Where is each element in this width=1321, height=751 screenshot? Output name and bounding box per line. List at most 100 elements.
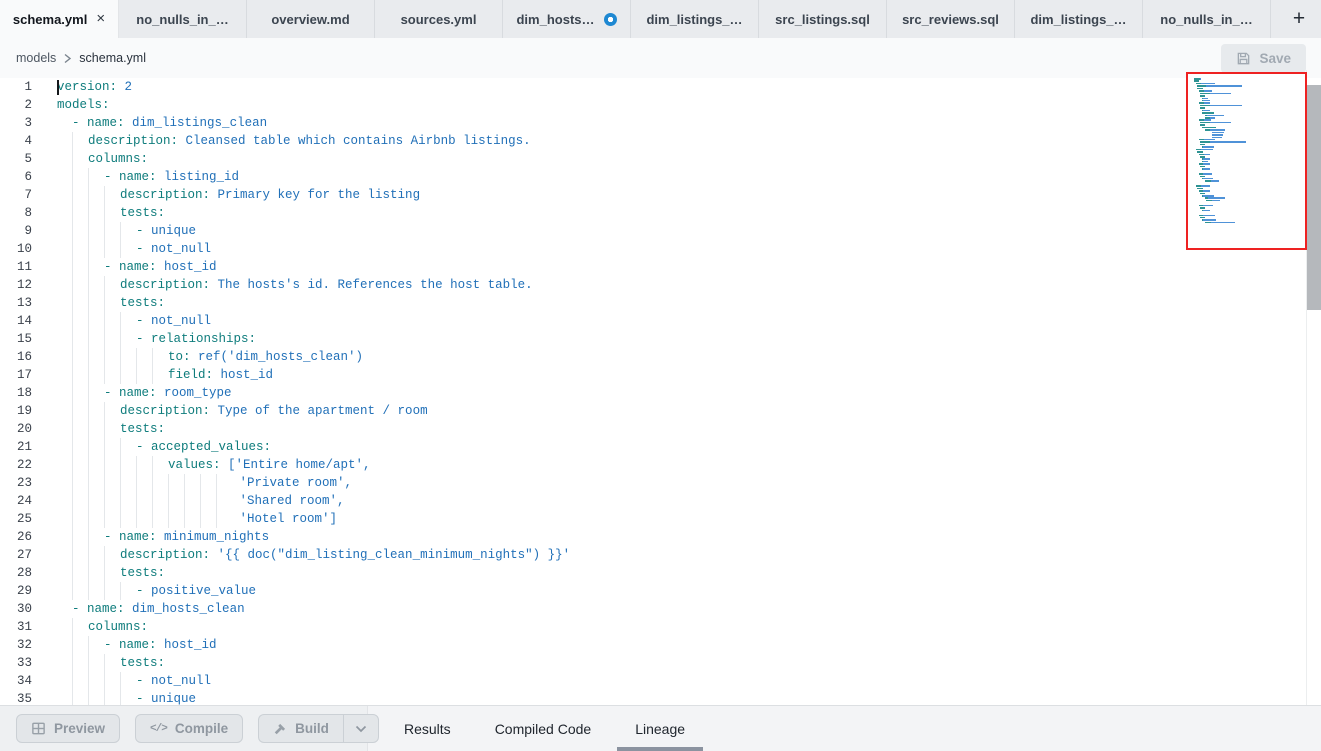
- code-line[interactable]: 22 values: ['Entire home/apt',: [0, 456, 1321, 474]
- code-line[interactable]: 20 tests:: [0, 420, 1321, 438]
- code-line[interactable]: 18 - name: room_type: [0, 384, 1321, 402]
- build-label: Build: [295, 721, 329, 736]
- line-number: 20: [0, 420, 32, 438]
- panel-tab-lineage[interactable]: Lineage: [625, 706, 695, 751]
- build-button[interactable]: Build: [258, 714, 343, 743]
- line-number: 7: [0, 186, 32, 204]
- code-line-content: description: Type of the apartment / roo…: [57, 402, 428, 420]
- code-line[interactable]: 21 - accepted_values:: [0, 438, 1321, 456]
- compile-button[interactable]: </> Compile: [135, 714, 243, 743]
- line-number: 14: [0, 312, 32, 330]
- code-line[interactable]: 15 - relationships:: [0, 330, 1321, 348]
- code-line[interactable]: 29 - positive_value: [0, 582, 1321, 600]
- line-number: 3: [0, 114, 32, 132]
- tab-label: no_nulls_in_…: [136, 12, 228, 27]
- preview-button[interactable]: Preview: [16, 714, 120, 743]
- line-number: 32: [0, 636, 32, 654]
- line-number: 24: [0, 492, 32, 510]
- code-line[interactable]: 3 - name: dim_listings_clean: [0, 114, 1321, 132]
- line-number: 26: [0, 528, 32, 546]
- code-line[interactable]: 27 description: '{{ doc("dim_listing_cle…: [0, 546, 1321, 564]
- code-line[interactable]: 26 - name: minimum_nights: [0, 528, 1321, 546]
- tab-dim-listings[interactable]: dim_listings_…: [1015, 0, 1143, 38]
- line-number: 21: [0, 438, 32, 456]
- code-line[interactable]: 11 - name: host_id: [0, 258, 1321, 276]
- code-line[interactable]: 6 - name: listing_id: [0, 168, 1321, 186]
- code-line[interactable]: 2models:: [0, 96, 1321, 114]
- code-line[interactable]: 28 tests:: [0, 564, 1321, 582]
- result-panel-tabs: Results Compiled Code Lineage: [394, 706, 695, 751]
- tab-src-listings-sql[interactable]: src_listings.sql: [759, 0, 887, 38]
- tab-no-nulls-in[interactable]: no_nulls_in_…: [119, 0, 247, 38]
- code-line-content: description: The hosts's id. References …: [57, 276, 533, 294]
- code-line[interactable]: 5 columns:: [0, 150, 1321, 168]
- code-line[interactable]: 14 - not_null: [0, 312, 1321, 330]
- line-number: 15: [0, 330, 32, 348]
- build-options-button[interactable]: [343, 714, 379, 743]
- tab-src-reviews-sql[interactable]: src_reviews.sql: [887, 0, 1015, 38]
- code-line[interactable]: 12 description: The hosts's id. Referenc…: [0, 276, 1321, 294]
- breadcrumb-models[interactable]: models: [16, 51, 56, 65]
- code-line-content: to: ref('dim_hosts_clean'): [57, 348, 363, 366]
- text-cursor: [57, 80, 59, 95]
- tab-overview-md[interactable]: overview.md: [247, 0, 375, 38]
- code-line[interactable]: 24 'Shared room',: [0, 492, 1321, 510]
- tab-no-nulls-in[interactable]: no_nulls_in_…: [1143, 0, 1271, 38]
- line-number: 13: [0, 294, 32, 312]
- code-line-content: tests:: [57, 654, 165, 672]
- code-line[interactable]: 19 description: Type of the apartment / …: [0, 402, 1321, 420]
- code-line[interactable]: 25 'Hotel room']: [0, 510, 1321, 528]
- code-line-content: description: '{{ doc("dim_listing_clean_…: [57, 546, 570, 564]
- code-line-content: version: 2: [57, 78, 132, 96]
- panel-tab-compiled-code[interactable]: Compiled Code: [485, 706, 602, 751]
- line-number: 18: [0, 384, 32, 402]
- close-icon[interactable]: ×: [96, 11, 105, 26]
- tab-dim-listings[interactable]: dim_listings_…: [631, 0, 759, 38]
- code-line-content: - not_null: [57, 672, 211, 690]
- code-line[interactable]: 8 tests:: [0, 204, 1321, 222]
- panel-tab-label: Compiled Code: [495, 721, 592, 737]
- code-line-content: - positive_value: [57, 582, 256, 600]
- code-line[interactable]: 31 columns:: [0, 618, 1321, 636]
- code-line[interactable]: 35 - unique: [0, 690, 1321, 705]
- code-line-content: values: ['Entire home/apt',: [57, 456, 371, 474]
- chevron-right-icon: [63, 53, 72, 64]
- line-number: 28: [0, 564, 32, 582]
- plus-icon: +: [1293, 7, 1305, 31]
- preview-label: Preview: [54, 721, 105, 736]
- code-line[interactable]: 9 - unique: [0, 222, 1321, 240]
- code-line[interactable]: 32 - name: host_id: [0, 636, 1321, 654]
- code-line[interactable]: 10 - not_null: [0, 240, 1321, 258]
- code-editor[interactable]: 1version: 22models:3 - name: dim_listing…: [0, 78, 1321, 705]
- line-number: 11: [0, 258, 32, 276]
- code-line-content: - not_null: [57, 240, 211, 258]
- tab-schema-yml[interactable]: schema.yml×: [0, 0, 119, 38]
- code-line[interactable]: 13 tests:: [0, 294, 1321, 312]
- code-line[interactable]: 34 - not_null: [0, 672, 1321, 690]
- bottom-bar: Preview </> Compile Build: [0, 705, 1321, 751]
- code-line[interactable]: 30 - name: dim_hosts_clean: [0, 600, 1321, 618]
- code-line[interactable]: 16 to: ref('dim_hosts_clean'): [0, 348, 1321, 366]
- line-number: 27: [0, 546, 32, 564]
- code-line-content: columns:: [57, 150, 148, 168]
- code-line[interactable]: 1version: 2: [0, 78, 1321, 96]
- minimap[interactable]: [1186, 72, 1307, 250]
- panel-tab-label: Lineage: [635, 721, 685, 737]
- tab-dim-hosts[interactable]: dim_hosts…: [503, 0, 631, 38]
- line-number: 9: [0, 222, 32, 240]
- new-tab-button[interactable]: +: [1277, 0, 1321, 38]
- code-line[interactable]: 33 tests:: [0, 654, 1321, 672]
- code-line[interactable]: 17 field: host_id: [0, 366, 1321, 384]
- code-line[interactable]: 7 description: Primary key for the listi…: [0, 186, 1321, 204]
- line-number: 31: [0, 618, 32, 636]
- scrollbar-thumb[interactable]: [1307, 85, 1321, 310]
- panel-tab-results[interactable]: Results: [394, 706, 461, 751]
- line-number: 16: [0, 348, 32, 366]
- tab-sources-yml[interactable]: sources.yml: [375, 0, 503, 38]
- code-line[interactable]: 4 description: Cleansed table which cont…: [0, 132, 1321, 150]
- line-number: 33: [0, 654, 32, 672]
- code-line-content: description: Primary key for the listing: [57, 186, 420, 204]
- code-line[interactable]: 23 'Private room',: [0, 474, 1321, 492]
- save-icon: [1236, 51, 1251, 66]
- save-button[interactable]: Save: [1221, 44, 1306, 73]
